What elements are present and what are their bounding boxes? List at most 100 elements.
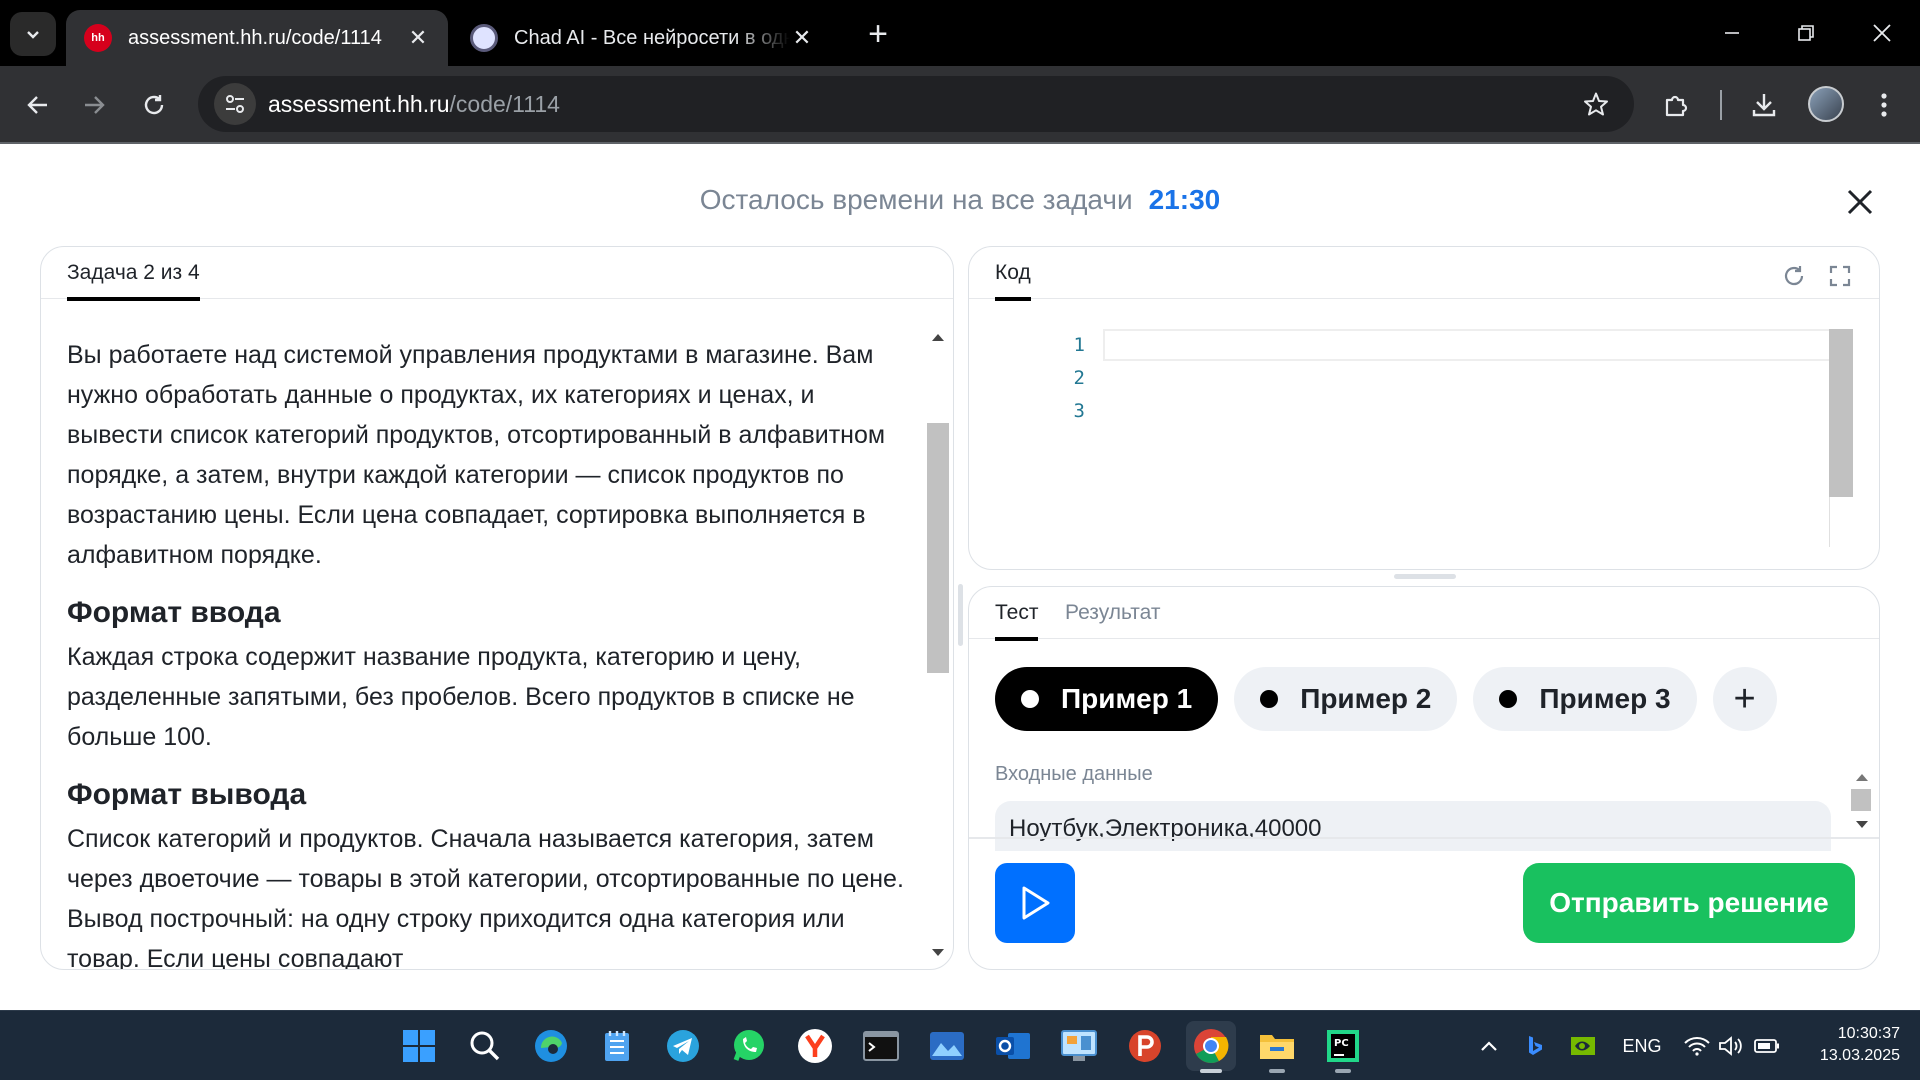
reload-button[interactable] [132, 83, 176, 127]
browser-menu-button[interactable] [1862, 83, 1906, 127]
restore-button[interactable] [1776, 8, 1836, 58]
close-tab-icon[interactable]: ✕ [406, 25, 430, 50]
edge-taskbar-icon[interactable] [526, 1021, 576, 1071]
system-clock[interactable]: 10:30:37 13.03.2025 [1800, 1023, 1900, 1067]
output-format-heading: Формат вывода [67, 778, 307, 811]
edge-icon [535, 1030, 567, 1062]
file-explorer-taskbar-icon[interactable] [1252, 1021, 1302, 1073]
extensions-button[interactable] [1654, 83, 1698, 127]
run-tests-button[interactable] [995, 863, 1075, 943]
url-host: assessment.hh.ru [268, 90, 450, 117]
show-hidden-icons-button[interactable] [1474, 1031, 1504, 1061]
close-assessment-button[interactable] [1842, 184, 1878, 220]
line-number: 3 [1073, 400, 1085, 422]
star-icon [1584, 92, 1608, 116]
triangle-down-icon [1856, 821, 1868, 828]
new-tab-button[interactable]: + [858, 14, 898, 54]
language-indicator[interactable]: ENG [1614, 1031, 1670, 1061]
hh-favicon-icon: hh [84, 24, 112, 52]
add-example-button[interactable]: + [1712, 667, 1777, 731]
minimize-icon [1725, 32, 1739, 34]
close-tab-icon[interactable]: ✕ [790, 25, 814, 50]
control-panel-icon [1061, 1030, 1097, 1061]
profile-avatar[interactable] [1808, 86, 1844, 122]
tab-task[interactable]: Задача 2 из 4 [67, 261, 200, 301]
example-3-chip[interactable]: Пример 3 [1473, 667, 1697, 731]
svg-text:PC: PC [1334, 1038, 1349, 1049]
download-icon [1752, 94, 1776, 117]
whatsapp-icon [733, 1030, 764, 1061]
volume-tray-icon[interactable] [1716, 1031, 1746, 1061]
p-app-taskbar-icon[interactable] [1120, 1021, 1170, 1071]
tab-result[interactable]: Результат [1065, 601, 1161, 637]
outlook-icon [996, 1033, 1030, 1059]
photos-icon [930, 1032, 964, 1060]
yandex-browser-taskbar-icon[interactable] [790, 1021, 840, 1071]
panel-split-handle[interactable] [958, 584, 963, 646]
close-window-button[interactable] [1852, 8, 1912, 58]
plus-icon: + [1733, 677, 1756, 720]
code-scrollbar-thumb[interactable] [1829, 329, 1853, 497]
nvidia-tray-icon[interactable] [1568, 1031, 1598, 1061]
minimize-button[interactable] [1702, 8, 1762, 58]
code-panel-header: Код [969, 247, 1879, 301]
chevron-down-icon [27, 31, 39, 39]
browser-tab-chad[interactable]: Chad AI - Все нейросети в одном ✕ [452, 10, 832, 66]
dot-icon [1499, 690, 1518, 708]
bookmark-star-button[interactable] [1580, 88, 1612, 120]
task-scrollbar-thumb[interactable] [927, 423, 949, 673]
control-panel-taskbar-icon[interactable] [1054, 1021, 1104, 1071]
task-panel: Задача 2 из 4 Вы работаете над системой … [40, 246, 954, 970]
forward-button[interactable] [72, 83, 116, 127]
photos-taskbar-icon[interactable] [922, 1021, 972, 1071]
chip-label: Пример 2 [1300, 683, 1432, 714]
tab-title: Chad AI - Все нейросети в одном [514, 26, 790, 49]
downloads-button[interactable] [1742, 83, 1786, 127]
scroll-up-arrow[interactable] [1851, 767, 1873, 787]
url-text: assessment.hh.ru/code/1114 [268, 91, 560, 118]
browser-tab-hh[interactable]: hh assessment.hh.ru/code/1114 ✕ [66, 10, 448, 66]
tab-search-button[interactable] [10, 12, 56, 56]
tab-code[interactable]: Код [995, 261, 1031, 301]
outlook-taskbar-icon[interactable] [988, 1021, 1038, 1071]
close-icon [1847, 189, 1873, 215]
fullscreen-button[interactable] [1825, 261, 1855, 291]
telegram-taskbar-icon[interactable] [658, 1021, 708, 1071]
example-chips: Пример 1 Пример 2 Пример 3 + [995, 667, 1777, 731]
input-data-field[interactable]: Ноутбук,Электроника,40000 [995, 801, 1831, 851]
reset-code-button[interactable] [1779, 261, 1809, 291]
scroll-down-arrow[interactable] [1851, 815, 1873, 835]
address-bar[interactable]: assessment.hh.ru/code/1114 [198, 76, 1634, 132]
running-indicator [1335, 1069, 1351, 1073]
bing-tray-icon[interactable] [1520, 1031, 1550, 1061]
scroll-up-arrow[interactable] [927, 327, 949, 347]
test-scrollbar-thumb[interactable] [1851, 789, 1871, 811]
start-button[interactable] [394, 1021, 444, 1071]
example-1-chip[interactable]: Пример 1 [995, 667, 1219, 731]
back-button[interactable] [16, 83, 60, 127]
terminal-taskbar-icon[interactable] [856, 1021, 906, 1071]
example-2-chip[interactable]: Пример 2 [1234, 667, 1458, 731]
battery-tray-icon[interactable] [1752, 1031, 1782, 1061]
tab-test[interactable]: Тест [995, 601, 1039, 641]
pycharm-taskbar-icon[interactable]: PC [1318, 1021, 1368, 1073]
assessment-page: Осталось времени на все задачи 21:30 Зада… [0, 144, 1920, 1010]
chrome-taskbar-icon[interactable] [1186, 1021, 1236, 1073]
yandex-icon [798, 1029, 832, 1063]
submit-solution-button[interactable]: Отправить решение [1523, 863, 1855, 943]
telegram-icon [667, 1030, 699, 1062]
scroll-down-arrow[interactable] [927, 943, 949, 963]
input-format-heading: Формат ввода [67, 596, 281, 629]
notepad-icon [605, 1031, 629, 1061]
chip-label: Пример 1 [1061, 683, 1193, 714]
wifi-tray-icon[interactable] [1682, 1031, 1712, 1061]
clock-time: 10:30:37 [1837, 1025, 1900, 1042]
code-editor-input[interactable] [1103, 329, 1833, 361]
search-button[interactable] [460, 1021, 510, 1071]
site-info-button[interactable] [214, 83, 256, 125]
notepad-taskbar-icon[interactable] [592, 1021, 642, 1071]
whatsapp-taskbar-icon[interactable] [724, 1021, 774, 1071]
vertical-resize-handle[interactable] [1394, 574, 1456, 579]
task-description: Вы работаете над системой управления про… [67, 335, 917, 969]
folder-icon [1260, 1035, 1294, 1059]
